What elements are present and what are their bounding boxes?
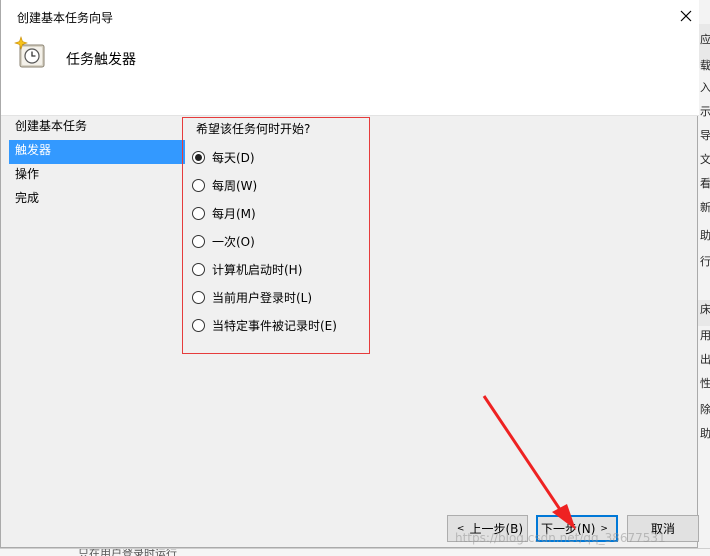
background-action-char: 载	[700, 59, 710, 72]
radio-button[interactable]	[192, 318, 205, 332]
radio-button[interactable]	[192, 262, 205, 276]
radio-label: 每月(M)	[212, 206, 256, 221]
trigger-question: 希望该任务何时开始?	[196, 122, 311, 136]
radio-daily[interactable]: 每天(D)	[192, 148, 255, 166]
background-action-char: 示	[700, 105, 710, 118]
radio-at-startup[interactable]: 计算机启动时(H)	[192, 260, 302, 278]
background-action-char: 新	[700, 201, 710, 214]
background-action-char: 出	[700, 353, 710, 366]
window-title: 创建基本任务向导	[17, 11, 114, 25]
radio-label: 计算机启动时(H)	[212, 262, 303, 277]
background-action-char: 行	[700, 255, 710, 268]
title-bar: 创建基本任务向导	[1, 0, 699, 31]
page-title: 任务触发器	[66, 52, 136, 68]
background-action-char: 文	[700, 153, 710, 166]
radio-label: 当前用户登录时(L)	[212, 290, 313, 305]
nav-step-action[interactable]: 操作	[9, 164, 185, 188]
task-clock-icon	[14, 36, 45, 68]
radio-monthly[interactable]: 每月(M)	[192, 204, 256, 222]
radio-label: 每周(W)	[212, 178, 258, 193]
close-icon	[680, 10, 692, 22]
wizard-steps-nav: 创建基本任务 触发器 操作 完成	[9, 116, 185, 212]
background-action-char: 应	[700, 33, 710, 46]
background-action-char: 助	[700, 229, 710, 242]
nav-step-label: 触发器	[15, 143, 52, 157]
wizard-header: 任务触发器	[1, 31, 699, 116]
create-basic-task-wizard: 创建基本任务向导 任务触发器 创建基本任务 触发器 操作 完成 希望该任务何时开…	[0, 0, 699, 548]
background-action-char: 助	[700, 427, 710, 440]
radio-weekly[interactable]: 每周(W)	[192, 176, 257, 194]
nav-step-finish[interactable]: 完成	[9, 188, 185, 212]
radio-at-logon[interactable]: 当前用户登录时(L)	[192, 288, 312, 306]
background-checkbox-label: 只在用户登录时运行	[78, 548, 177, 556]
background-action-char: 床	[700, 303, 710, 316]
background-action-char: 除	[700, 403, 710, 416]
background-window-bottom: 只在用户登录时运行	[0, 548, 710, 556]
radio-once[interactable]: 一次(O)	[192, 232, 255, 250]
background-action-char: 性	[700, 377, 710, 390]
background-action-char: 看	[700, 177, 710, 190]
radio-button[interactable]	[192, 178, 205, 192]
radio-on-event[interactable]: 当特定事件被记录时(E)	[192, 316, 337, 334]
radio-label: 当特定事件被记录时(E)	[212, 318, 337, 333]
radio-button[interactable]	[192, 206, 205, 220]
close-button[interactable]	[673, 4, 699, 28]
nav-step-create-basic-task[interactable]: 创建基本任务	[9, 116, 185, 140]
nav-step-trigger[interactable]: 触发器	[9, 140, 185, 164]
nav-step-label: 完成	[15, 191, 40, 205]
watermark: https://blog.csdn.net/qq_38677531	[455, 531, 666, 545]
radio-button[interactable]	[192, 290, 205, 304]
radio-button[interactable]	[192, 234, 205, 248]
background-action-char: 用	[700, 329, 710, 342]
background-action-char: 入	[700, 81, 710, 94]
nav-step-label: 创建基本任务	[15, 119, 88, 133]
radio-label: 每天(D)	[212, 150, 255, 165]
radio-label: 一次(O)	[212, 234, 255, 249]
background-action-char: 导	[700, 129, 710, 142]
nav-step-label: 操作	[15, 167, 40, 181]
radio-button[interactable]	[192, 150, 205, 164]
